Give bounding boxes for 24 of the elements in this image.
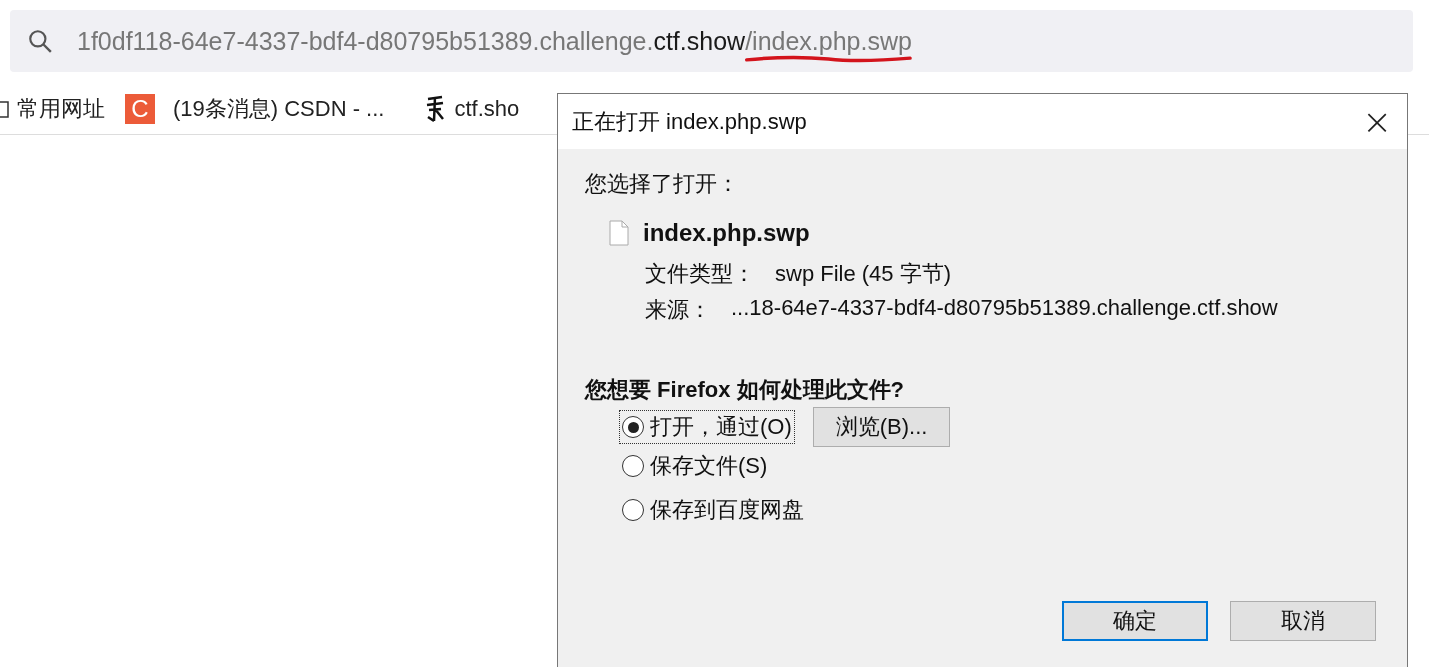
detail-label: 文件类型：	[645, 260, 755, 288]
detail-value: swp File (45 字节)	[775, 260, 952, 288]
bookmark-item[interactable]: C (19条消息) CSDN - ...	[125, 94, 385, 124]
intro-text: 您选择了打开：	[585, 170, 740, 198]
file-name: index.php.swp	[643, 219, 810, 247]
dialog-button[interactable]: 取消	[1230, 601, 1376, 641]
search-icon	[27, 28, 53, 54]
address-bar[interactable]: 1f0df118-64e7-4337-bdf4-d80795b51389.challenge.ctf.show/index.php.swp	[10, 10, 1413, 72]
detail-value: ...18-64e7-4337-bdf4-d80795b51389.challenge.ctf.show	[731, 295, 1278, 322]
csdn-icon: C	[125, 94, 155, 124]
radio-option[interactable]: 保存到百度网盘	[619, 493, 807, 527]
browse-button[interactable]: 浏览(B)...	[812, 407, 951, 447]
file-icon	[609, 220, 629, 246]
radio-option[interactable]: 保存文件(S)	[619, 449, 771, 483]
dialog-title: 正在打开 index.php.swp	[572, 107, 807, 136]
question-text: 您想要 Firefox 如何处理此文件?	[585, 376, 905, 404]
url-text: 1f0df118-64e7-4337-bdf4-d80795b51389.challenge.ctf.show/index.php.swp	[77, 26, 912, 56]
radio-option[interactable]: 打开，通过(O)	[619, 410, 795, 444]
bookmark-item[interactable]: 常用网址	[0, 94, 105, 124]
brush-icon	[424, 95, 447, 123]
detail-label: 来源：	[645, 296, 711, 324]
dialog-button[interactable]: 确定	[1062, 601, 1208, 641]
close-button[interactable]: ×	[1347, 101, 1407, 142]
bookmark-item[interactable]: ctf.sho	[424, 95, 520, 123]
